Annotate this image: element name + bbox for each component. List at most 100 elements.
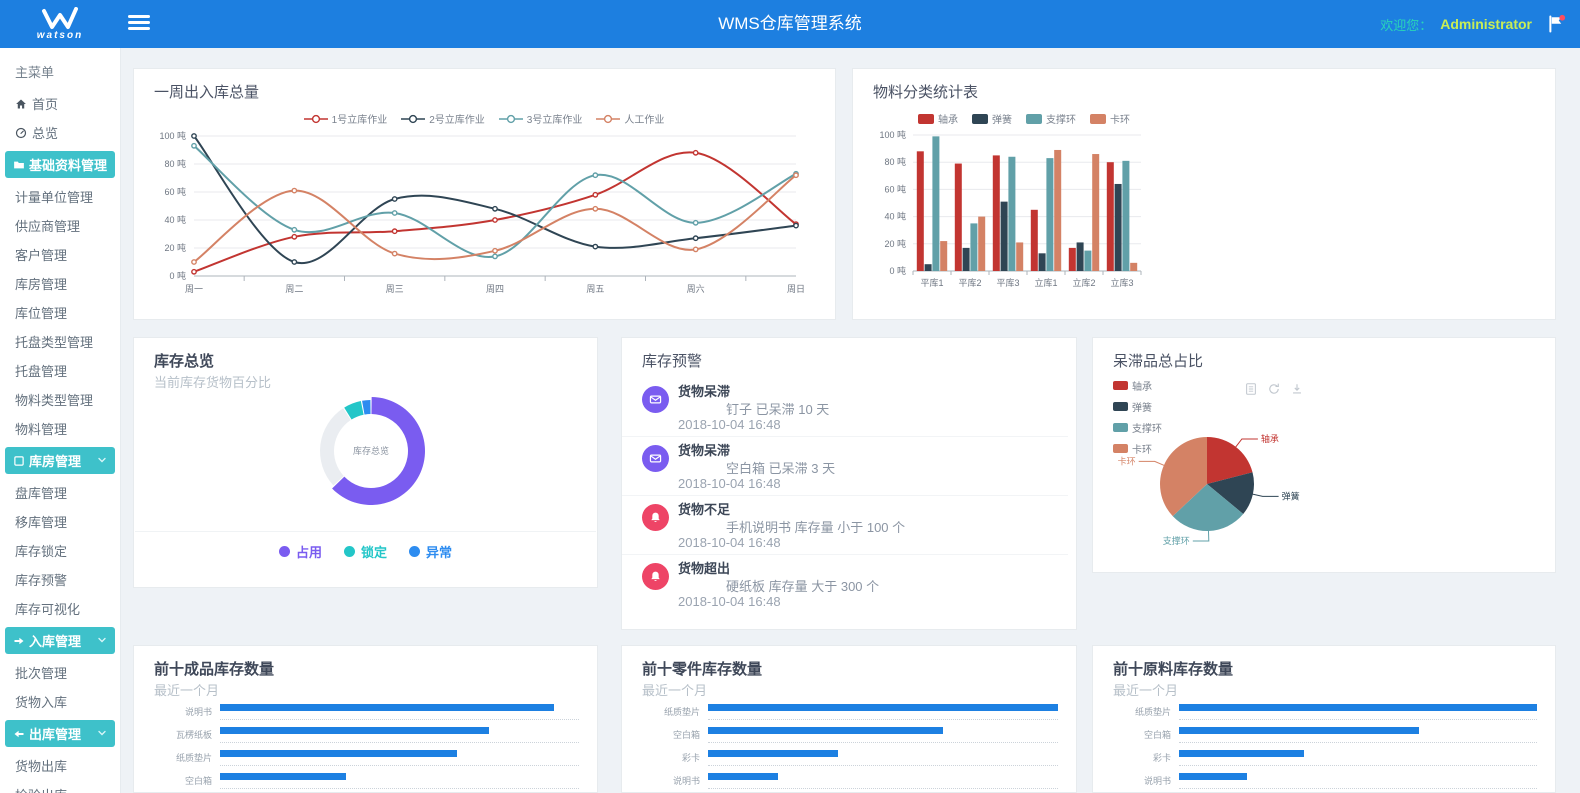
donut-chart-canvas: 库存总览 [134,384,598,526]
hbar-row: 说明书 [154,704,579,727]
bar [978,217,985,271]
legend-item[interactable]: 占用 [279,542,322,561]
alert-item[interactable]: 货物超出硬纸板 库存量 大于 300 个2018-10-04 16:48 [622,555,1068,613]
hbar-gridline [1179,719,1537,720]
alert-item[interactable]: 货物呆滞钉子 已呆滞 10 天2018-10-04 16:48 [622,378,1068,437]
hbar-label: 说明书 [642,774,700,787]
bar [1115,184,1122,271]
panel-title: 物料分类统计表 [873,81,978,102]
svg-text:80 吨: 80 吨 [884,156,906,167]
hbar-bar [220,704,554,711]
hbar-bar [708,773,778,780]
sidebar-item-label: 批次管理 [15,663,67,682]
sidebar-group-2[interactable]: 基础资料管理 [5,151,115,178]
sidebar-item-label: 库房管理 [29,451,81,470]
refresh-icon[interactable] [1267,382,1281,396]
sidebar-item-3[interactable]: 计量单位管理 [0,182,120,211]
download-icon[interactable] [1290,382,1304,396]
app-root: watson WMS仓库管理系统 欢迎您： Administrator 主菜单 … [0,0,1580,793]
legend-item[interactable]: 轴承 [1113,378,1162,393]
menu-toggle-icon[interactable] [128,15,150,33]
hbar-bar [220,727,489,734]
svg-text:100 吨: 100 吨 [879,129,906,140]
mail-icon [642,445,669,472]
arrow-right-icon [13,635,25,647]
sidebar-item-4[interactable]: 供应商管理 [0,211,120,240]
sidebar-item-1[interactable]: 总览 [0,118,120,147]
sidebar-item-19[interactable]: 批次管理 [0,658,120,687]
sidebar-item-10[interactable]: 物料类型管理 [0,385,120,414]
svg-text:60 吨: 60 吨 [884,183,906,194]
panel-title: 库存总览 [154,350,214,371]
hbar-gridline [220,788,579,789]
bar [970,223,977,271]
hbar-track [220,704,579,712]
svg-text:周五: 周五 [586,284,604,294]
sidebar-item-label: 库存可视化 [15,599,80,618]
sidebar-item-0[interactable]: 首页 [0,89,120,118]
sidebar-item-label: 库位管理 [15,303,67,322]
sidebar-group-18[interactable]: 入库管理 [5,627,115,654]
legend-dot [344,546,355,557]
bar [1039,253,1046,271]
svg-text:周三: 周三 [386,284,404,294]
sidebar-item-label: 总览 [32,123,58,142]
sidebar-item-15[interactable]: 库存锁定 [0,536,120,565]
hbar-label: 彩卡 [1113,751,1171,764]
bar [1084,251,1091,271]
hbar-track [1179,727,1537,735]
sidebar-group-21[interactable]: 出库管理 [5,720,115,747]
sidebar-item-7[interactable]: 库位管理 [0,298,120,327]
hbar-bar [708,727,943,734]
sidebar-item-11[interactable]: 物料管理 [0,414,120,443]
sidebar-item-9[interactable]: 托盘管理 [0,356,120,385]
bar [1092,154,1099,271]
svg-text:周四: 周四 [486,284,504,294]
svg-text:60 吨: 60 吨 [164,186,186,197]
legend-dot [409,546,420,557]
bar [1054,150,1061,271]
line-chart-canvas: 0 吨20 吨40 吨60 吨80 吨100 吨周一周二周三周四周五周六周日 [148,124,808,309]
sidebar-item-6[interactable]: 库房管理 [0,269,120,298]
sidebar-item-8[interactable]: 托盘类型管理 [0,327,120,356]
hbar-gridline [708,742,1058,743]
panel-title: 前十原料库存数量 [1113,658,1233,679]
sidebar-item-20[interactable]: 货物入库 [0,687,120,716]
sidebar-group-12[interactable]: 库房管理 [5,447,115,474]
legend-item[interactable]: 锁定 [344,542,387,561]
username[interactable]: Administrator [1440,16,1532,32]
notification-flag-icon[interactable] [1546,14,1566,34]
alert-item[interactable]: 货物不足手机说明书 库存量 小于 100 个2018-10-04 16:48 [622,496,1068,555]
bar [925,264,932,271]
arrow-left-icon [13,728,25,740]
alert-description: 硬纸板 库存量 大于 300 个 [726,576,879,595]
hbar-row: 瓦楞纸板 [154,727,579,750]
sidebar-item-17[interactable]: 库存可视化 [0,594,120,623]
sidebar-item-5[interactable]: 客户管理 [0,240,120,269]
hbar-label: 说明书 [1113,774,1171,787]
alert-type: 货物呆滞 [678,440,730,459]
panel-title: 前十零件库存数量 [642,658,762,679]
alert-type: 货物不足 [678,499,730,518]
sidebar-item-14[interactable]: 移库管理 [0,507,120,536]
sidebar-item-22[interactable]: 货物出库 [0,751,120,780]
legend-item[interactable]: 异常 [409,542,452,561]
home-icon [15,98,27,110]
sidebar-item-label: 盘库管理 [15,483,67,502]
hbar-bar [708,750,838,757]
hbar-gridline [1179,742,1537,743]
chevron-down-icon [96,727,108,739]
hbar-label: 纸质垫片 [1113,705,1171,718]
sidebar-item-16[interactable]: 库存预警 [0,565,120,594]
hbar-label: 纸质垫片 [642,705,700,718]
svg-text:平库1: 平库1 [920,277,943,288]
hbar-gridline [220,742,579,743]
alert-item[interactable]: 货物呆滞空白箱 已呆滞 3 天2018-10-04 16:48 [622,437,1068,496]
panel-subtitle: 最近一个月 [642,680,707,699]
panel-weekly-io: 一周出入库总量 1号立库作业2号立库作业3号立库作业人工作业 0 吨20 吨40… [133,68,836,320]
panel-title: 呆滞品总占比 [1113,350,1203,371]
data-view-icon[interactable] [1244,382,1258,396]
sidebar-item-13[interactable]: 盘库管理 [0,478,120,507]
logo[interactable]: watson [0,0,120,48]
sidebar-item-23[interactable]: 检验出库 [0,780,120,793]
